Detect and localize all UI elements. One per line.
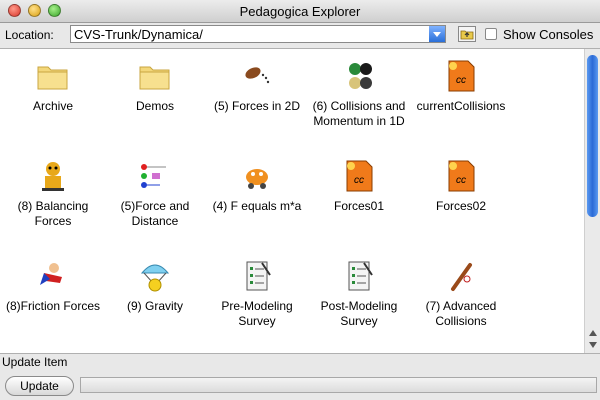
football-trajectory-icon [245, 67, 270, 84]
file-item-label: (9) Gravity [126, 299, 183, 313]
file-item[interactable]: (8) Balancing Forces [3, 159, 103, 229]
folder-icon [139, 66, 170, 90]
parent-folder-button[interactable] [458, 26, 476, 42]
up-folder-icon [460, 30, 474, 40]
file-item-label: (7) Advanced Collisions [425, 299, 497, 328]
parachute-icon [140, 264, 170, 292]
billiard-balls-icon [349, 63, 372, 89]
file-item[interactable]: Pre-Modeling Survey [207, 259, 307, 329]
file-item[interactable]: Archive [3, 59, 103, 114]
file-item[interactable]: Demos [105, 59, 205, 114]
svg-text:cc: cc [456, 175, 466, 186]
update-progress-bar [80, 377, 597, 393]
cc-document-icon: cc [448, 60, 475, 92]
svg-text:cc: cc [456, 75, 466, 86]
file-item[interactable]: (5)Force and Distance [105, 159, 205, 229]
scroll-up-arrow[interactable] [589, 330, 597, 336]
file-item-label: (8)Friction Forces [5, 299, 100, 313]
file-item[interactable]: (8)Friction Forces [3, 259, 103, 314]
file-item-label: Archive [32, 99, 73, 113]
file-item-label: Forces01 [333, 199, 385, 213]
file-browser: Archive Demos (5) Forces in 2D (6) Collisio… [0, 48, 600, 354]
scroll-down-arrow[interactable] [589, 342, 597, 348]
location-label: Location: [5, 28, 54, 42]
status-text: Update Item [2, 355, 68, 369]
force-distance-diagram-icon [141, 164, 166, 188]
file-item-label: (6) Collisions and Momentum in 1D [312, 99, 406, 128]
file-item[interactable]: cc currentCollisions [411, 59, 511, 114]
cart-creature-icon [246, 169, 268, 189]
file-item[interactable]: (4) F equals m*a [207, 159, 307, 214]
file-item-label: Demos [135, 99, 174, 113]
file-item[interactable]: (6) Collisions and Momentum in 1D [309, 59, 409, 129]
show-consoles-checkbox[interactable] [485, 28, 497, 40]
file-item-label: Post-Modeling Survey [320, 299, 398, 328]
survey-clipboard-icon [348, 261, 373, 291]
file-item-label: Forces02 [435, 199, 487, 213]
bat-ball-icon [451, 263, 472, 291]
file-item[interactable]: Post-Modeling Survey [309, 259, 409, 329]
location-dropdown-button[interactable] [429, 26, 445, 42]
file-item[interactable]: cc Forces02 [411, 159, 511, 214]
location-bar: Location: CVS-Trunk/Dynamica/ Show Conso… [0, 23, 600, 47]
file-item-label: (4) F equals m*a [212, 199, 302, 213]
file-item-label: Pre-Modeling Survey [221, 299, 293, 328]
file-item-label: currentCollisions [416, 99, 506, 113]
balancing-character-icon [42, 162, 64, 191]
svg-text:cc: cc [354, 175, 364, 186]
cc-document-icon: cc [346, 160, 373, 192]
file-item-label: (5)Force and Distance [120, 199, 190, 228]
vertical-scrollbar[interactable] [584, 49, 600, 353]
update-button[interactable]: Update [5, 376, 74, 396]
file-item[interactable]: (9) Gravity [105, 259, 205, 314]
survey-clipboard-icon [246, 261, 271, 291]
file-item-label: (8) Balancing Forces [17, 199, 89, 228]
cc-document-icon: cc [448, 160, 475, 192]
window-title: Pedagogica Explorer [239, 4, 361, 19]
location-combobox[interactable]: CVS-Trunk/Dynamica/ [70, 25, 446, 43]
file-item[interactable]: (5) Forces in 2D [207, 59, 307, 114]
superhero-icon [40, 263, 62, 285]
scrollbar-thumb[interactable] [587, 55, 598, 217]
folder-icon [37, 66, 68, 90]
show-consoles-label: Show Consoles [503, 27, 594, 42]
title-bar: Pedagogica Explorer [0, 0, 600, 23]
file-item-label: (5) Forces in 2D [213, 99, 301, 113]
file-item[interactable]: cc Forces01 [309, 159, 409, 214]
file-item[interactable]: (7) Advanced Collisions [411, 259, 511, 329]
location-value[interactable]: CVS-Trunk/Dynamica/ [74, 27, 203, 42]
